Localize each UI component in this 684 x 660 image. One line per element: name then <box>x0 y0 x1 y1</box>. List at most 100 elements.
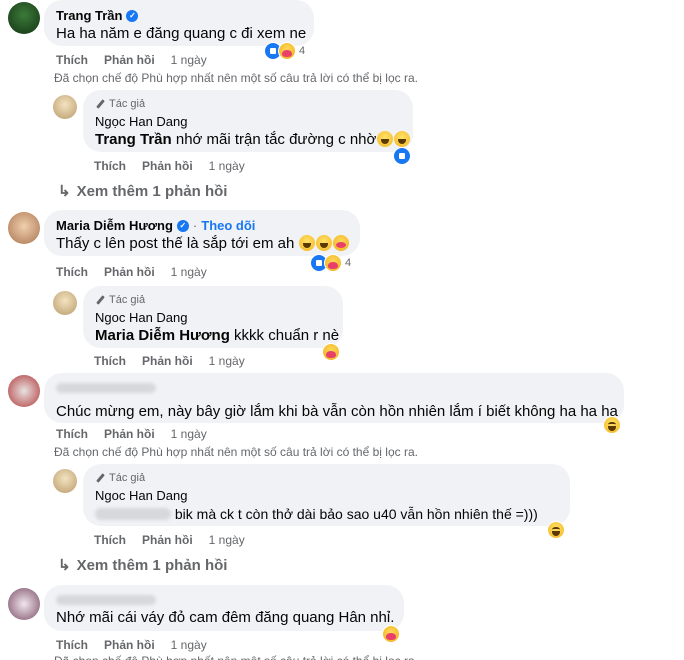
mention-link[interactable]: Maria Diễm Hương <box>95 327 230 344</box>
avatar[interactable] <box>8 2 40 34</box>
comment-text: Thấy c lên post thế là sắp tới em ah <box>56 234 350 254</box>
reply-time[interactable]: 1 ngày <box>209 159 245 173</box>
like-button[interactable]: Thích <box>94 354 126 368</box>
reply-button[interactable]: Phản hồi <box>104 53 155 67</box>
comment-author-redacted[interactable] <box>56 592 392 605</box>
care-reaction-icon <box>278 42 296 60</box>
reply-actions: Thích Phản hồi 1 ngày <box>94 533 245 547</box>
laugh-emoji-icon <box>316 235 333 251</box>
reply-avatar[interactable] <box>53 469 77 493</box>
like-button[interactable]: Thích <box>56 53 88 67</box>
verified-badge-icon: ✓ <box>126 9 139 22</box>
comment-body: Thấy c lên post thế là sắp tới em ah <box>56 235 295 252</box>
comment-time[interactable]: 1 ngày <box>171 427 207 441</box>
comment-bubble: Maria Diễm Hương ✓ · Theo dõi Thấy c lên… <box>44 210 360 256</box>
author-tag-label: Tác giả <box>109 472 146 484</box>
author-tag: Tác giả <box>95 97 401 111</box>
reply-body: kkkk chuẩn r nè <box>229 327 340 344</box>
reply-time[interactable]: 1 ngày <box>209 354 245 368</box>
pen-icon <box>95 99 105 109</box>
like-button[interactable]: Thích <box>94 159 126 173</box>
reply-author[interactable]: Ngoc Han Dang <box>95 487 558 504</box>
reaction-summary[interactable] <box>393 147 411 165</box>
view-more-replies[interactable]: ↳ Xem thêm 1 phản hồi <box>58 556 228 575</box>
comment-author[interactable]: Trang Trần ✓ <box>56 7 302 24</box>
like-reaction-icon <box>393 147 411 165</box>
reply-button[interactable]: Phản hồi <box>104 265 155 279</box>
comment-bubble: Nhớ mãi cái váy đỏ cam đêm đăng quang Hâ… <box>44 585 404 631</box>
avatar[interactable] <box>8 375 40 407</box>
author-name[interactable]: Maria Diễm Hương <box>56 217 173 234</box>
pen-icon <box>95 295 105 305</box>
reply-actions: Thích Phản hồi 1 ngày <box>94 159 245 173</box>
care-reaction-icon <box>322 343 340 361</box>
reply-button[interactable]: Phản hồi <box>142 533 193 547</box>
reply-actions: Thích Phản hồi 1 ngày <box>94 354 245 368</box>
reply-button[interactable]: Phản hồi <box>142 159 193 173</box>
filter-note: Đã chọn chế độ Phù hợp nhất nên một số c… <box>54 654 418 660</box>
comment-text: Chúc mừng em, này bây giờ lắm khi bà vẫn… <box>56 403 618 420</box>
care-emoji-icon <box>333 235 350 251</box>
pen-icon <box>95 473 105 483</box>
comment-bubble: Trang Trần ✓ Ha ha năm e đăng quang c đi… <box>44 0 314 46</box>
reply-author[interactable]: Ngọc Han Dang <box>95 113 401 130</box>
haha-reaction-icon <box>547 521 565 539</box>
like-button[interactable]: Thích <box>56 427 88 441</box>
reaction-summary[interactable] <box>603 416 621 434</box>
like-button[interactable]: Thích <box>56 265 88 279</box>
reply-text: Maria Diễm Hương kkkk chuẩn r nè <box>95 326 339 346</box>
author-name[interactable]: Trang Trần <box>56 7 122 24</box>
care-reaction-icon <box>382 625 400 643</box>
comment-time[interactable]: 1 ngày <box>171 53 207 67</box>
filter-note: Đã chọn chế độ Phù hợp nhất nên một số c… <box>54 71 418 85</box>
reply-body: bik mà ck t còn thở dài bảo sao u40 vẫn … <box>171 506 538 522</box>
view-more-label[interactable]: Xem thêm 1 phản hồi <box>77 557 228 574</box>
reply-bubble: Tác giả Ngoc Han Dang Maria Diễm Hương k… <box>83 286 343 348</box>
care-reaction-icon <box>324 254 342 272</box>
filter-note: Đã chọn chế độ Phù hợp nhất nên một số c… <box>54 445 418 459</box>
like-button[interactable]: Thích <box>56 638 88 652</box>
reaction-summary[interactable] <box>382 625 400 643</box>
reply-text: Trang Trần nhớ mãi trận tắc đường c nhờ <box>95 130 411 150</box>
laugh-emoji-icon <box>394 131 411 147</box>
author-tag: Tác giả <box>95 471 558 485</box>
comment-text: Nhớ mãi cái váy đỏ cam đêm đăng quang Hâ… <box>56 609 395 626</box>
reply-text: bik mà ck t còn thở dài bảo sao u40 vẫn … <box>95 504 558 524</box>
reply-time[interactable]: 1 ngày <box>209 533 245 547</box>
comment-text: Ha ha năm e đăng quang c đi xem ne <box>56 25 307 42</box>
reply-button[interactable]: Phản hồi <box>104 427 155 441</box>
reply-button[interactable]: Phản hồi <box>142 354 193 368</box>
author-tag: Tác giả <box>95 293 331 307</box>
reaction-summary[interactable]: 4 <box>264 42 305 60</box>
view-more-label[interactable]: Xem thêm 1 phản hồi <box>77 183 228 200</box>
comment-actions: Thích Phản hồi 1 ngày <box>56 427 207 441</box>
comment-time[interactable]: 1 ngày <box>171 265 207 279</box>
mention-link[interactable]: Trang Trần <box>95 131 172 148</box>
laugh-emoji-icon <box>377 131 394 147</box>
avatar[interactable] <box>8 212 40 244</box>
reply-button[interactable]: Phản hồi <box>104 638 155 652</box>
avatar[interactable] <box>8 588 40 620</box>
reaction-summary[interactable] <box>547 521 565 539</box>
follow-button[interactable]: Theo dõi <box>201 217 255 234</box>
comment-author-redacted[interactable] <box>56 380 612 394</box>
view-more-replies[interactable]: ↳ Xem thêm 1 phản hồi <box>58 182 228 201</box>
comment-actions: Thích Phản hồi 1 ngày <box>56 53 207 67</box>
redacted-mention[interactable] <box>95 508 171 520</box>
comment-author[interactable]: Maria Diễm Hương ✓ · Theo dõi <box>56 217 348 234</box>
reply-arrow-icon: ↳ <box>58 557 71 574</box>
reply-author[interactable]: Ngoc Han Dang <box>95 309 331 326</box>
author-tag-label: Tác giả <box>109 98 146 110</box>
laugh-emoji-icon <box>299 235 316 251</box>
like-button[interactable]: Thích <box>94 533 126 547</box>
comment-bubble: Chúc mừng em, này bây giờ lắm khi bà vẫn… <box>44 373 624 423</box>
reaction-count: 4 <box>345 257 352 269</box>
reply-avatar[interactable] <box>53 291 77 315</box>
comment-actions: Thích Phản hồi 1 ngày <box>56 265 207 279</box>
reaction-summary[interactable] <box>322 343 340 361</box>
comment-time[interactable]: 1 ngày <box>171 638 207 652</box>
reply-avatar[interactable] <box>53 95 77 119</box>
reaction-summary[interactable]: 4 <box>310 254 351 272</box>
reply-body: nhớ mãi trận tắc đường c nhờ <box>171 131 377 148</box>
reply-arrow-icon: ↳ <box>58 183 71 200</box>
